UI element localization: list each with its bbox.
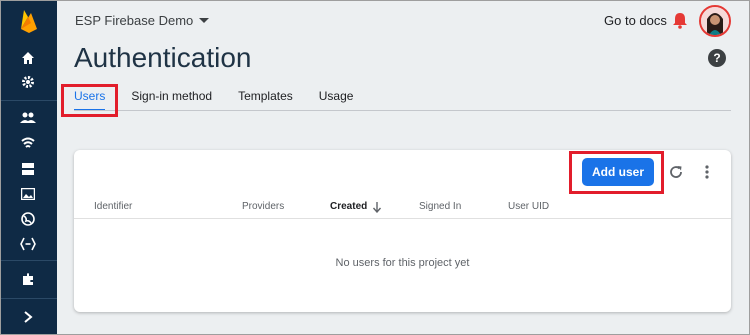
column-signed-in[interactable]: Signed In bbox=[419, 201, 461, 212]
tab-bar: Users Sign-in method Templates Usage bbox=[74, 89, 379, 111]
extensions-icon[interactable] bbox=[17, 268, 39, 290]
tab-templates[interactable]: Templates bbox=[238, 89, 293, 109]
column-user-uid[interactable]: User UID bbox=[508, 201, 549, 212]
home-icon[interactable] bbox=[17, 47, 39, 69]
project-name: ESP Firebase Demo bbox=[75, 13, 194, 28]
refresh-icon[interactable] bbox=[668, 164, 684, 180]
help-icon[interactable]: ? bbox=[708, 49, 726, 67]
column-providers[interactable]: Providers bbox=[242, 201, 284, 212]
sidebar bbox=[0, 0, 57, 335]
avatar[interactable] bbox=[699, 5, 731, 37]
people-icon[interactable] bbox=[17, 107, 39, 129]
column-created[interactable]: Created bbox=[330, 201, 367, 212]
firebase-logo[interactable] bbox=[0, 0, 57, 40]
project-selector[interactable]: ESP Firebase Demo bbox=[75, 13, 210, 28]
functions-icon[interactable] bbox=[17, 233, 39, 255]
users-tab-highlight bbox=[61, 84, 118, 117]
page-title: Authentication bbox=[74, 42, 252, 73]
tab-sign-in-method[interactable]: Sign-in method bbox=[131, 89, 212, 109]
column-identifier[interactable]: Identifier bbox=[94, 201, 132, 212]
table-header-divider bbox=[74, 218, 731, 219]
chevron-right-icon[interactable] bbox=[17, 306, 39, 328]
go-to-docs-link[interactable]: Go to docs bbox=[604, 13, 667, 28]
add-user-highlight bbox=[569, 151, 664, 194]
more-vert-icon[interactable] bbox=[704, 164, 710, 180]
notification-bell-icon[interactable] bbox=[671, 11, 689, 29]
tab-usage[interactable]: Usage bbox=[319, 89, 354, 109]
tabs-divider bbox=[74, 110, 731, 111]
globe-icon[interactable] bbox=[17, 208, 39, 230]
image-icon[interactable] bbox=[17, 183, 39, 205]
wifi-icon[interactable] bbox=[17, 132, 39, 154]
sort-down-icon[interactable] bbox=[372, 201, 382, 213]
empty-state-message: No users for this project yet bbox=[335, 257, 470, 269]
dropdown-arrow-icon bbox=[199, 17, 210, 23]
storage-icon[interactable] bbox=[17, 158, 39, 180]
gear-icon[interactable] bbox=[17, 71, 39, 93]
